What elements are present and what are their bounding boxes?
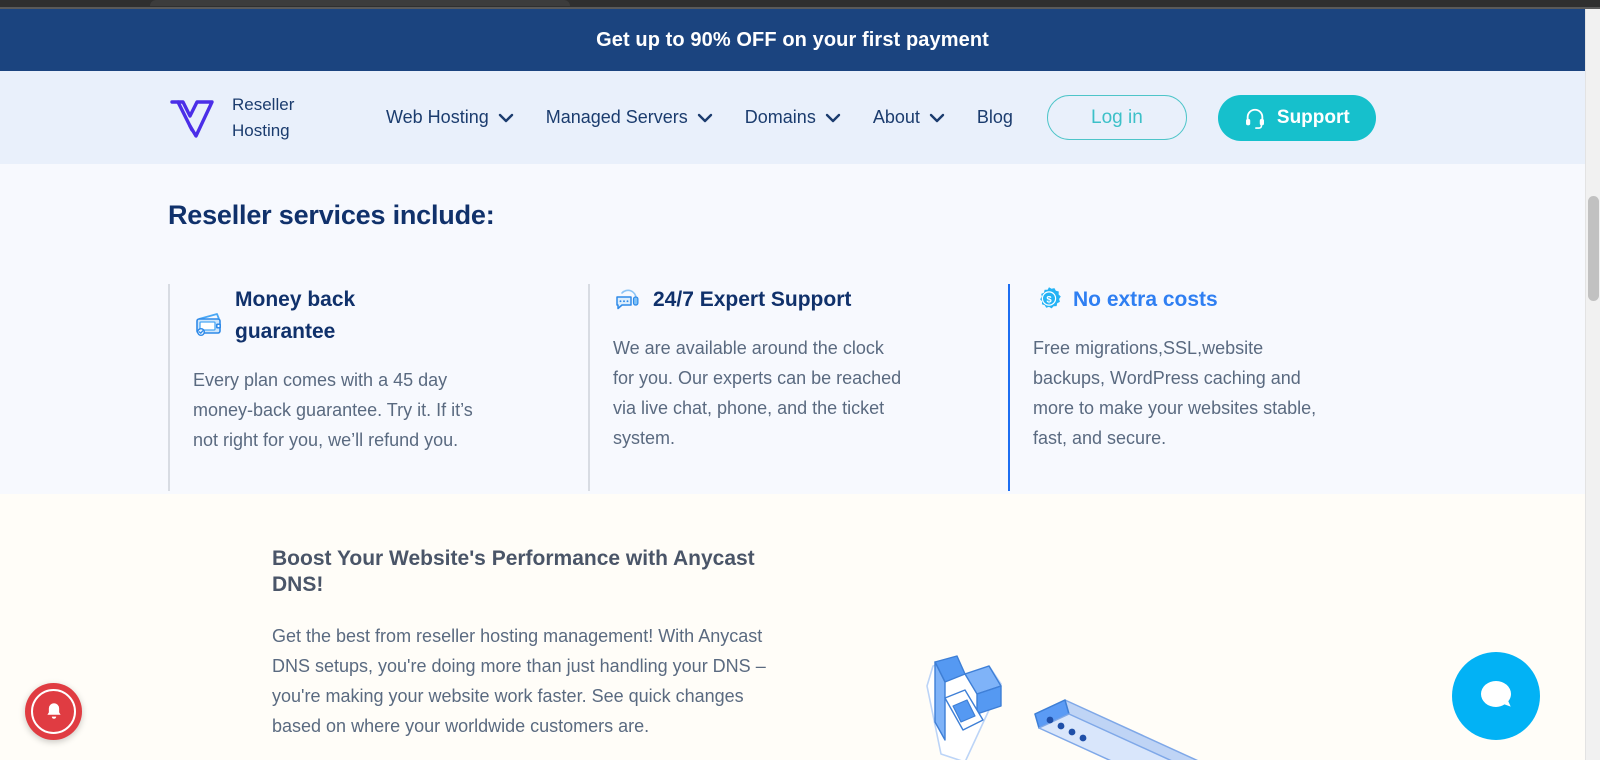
bell-icon [46, 702, 61, 719]
nav-item-web-hosting[interactable]: Web Hosting [370, 99, 530, 136]
headset-icon [1245, 108, 1264, 129]
service-card-title: 24/7 Expert Support [653, 288, 852, 311]
brand-name-text: Reseller Hosting [232, 94, 295, 140]
service-card-money-back: Money back guarantee Every plan comes wi… [168, 284, 588, 491]
service-card-body: We are available around the clock for yo… [613, 338, 902, 448]
nav-label: Domains [744, 107, 816, 127]
chevron-down-icon [825, 113, 841, 122]
bell-ring [31, 689, 76, 734]
anycast-title: Boost Your Website's Performance with An… [272, 547, 755, 596]
service-card-body: Every plan comes with a 45 day money-bac… [193, 370, 473, 450]
main-navigation: Web Hosting Managed Servers Domains Abou… [370, 99, 1029, 136]
promo-banner[interactable]: Get up to 90% OFF on your first payment [0, 9, 1585, 71]
headset-chat-icon [616, 289, 639, 310]
dollar-coin-icon: $ [1040, 287, 1061, 309]
brand-v-logo-icon [170, 99, 214, 138]
anycast-dns-section: Boost Your Website's Performance with An… [0, 494, 1585, 760]
service-card-header: $ No extra costs [1033, 284, 1428, 316]
reseller-services-section: Reseller services include: Money back gu… [0, 164, 1585, 494]
support-button-label: Support [1276, 106, 1350, 128]
support-button[interactable]: Support [1217, 94, 1376, 141]
service-card-title: No extra costs [1073, 288, 1218, 311]
chevron-down-icon [697, 113, 712, 122]
wallet-icon [196, 313, 221, 337]
nav-label: Managed Servers [545, 107, 688, 127]
chevron-down-icon [929, 113, 945, 122]
service-card-title-line2: guarantee [235, 320, 336, 343]
promo-banner-text: Get up to 90% OFF on your first payment [596, 28, 989, 51]
nav-label: Web Hosting [386, 107, 489, 127]
services-heading: Reseller services include: [168, 200, 495, 230]
page-scrollbar-track[interactable] [1585, 9, 1600, 760]
chevron-down-icon [498, 113, 513, 122]
anycast-text-block: Boost Your Website's Performance with An… [272, 546, 772, 741]
page-scrollbar-thumb[interactable] [1588, 196, 1599, 301]
services-grid: Money back guarantee Every plan comes wi… [168, 284, 1585, 491]
browser-tab[interactable] [150, 0, 570, 6]
nav-item-blog[interactable]: Blog [961, 99, 1029, 136]
svg-text:$: $ [1046, 295, 1052, 306]
nav-label: Blog [976, 107, 1013, 127]
service-card-body: Free migrations,SSL,website backups, Wor… [1033, 338, 1317, 448]
service-card-expert-support: 24/7 Expert Support We are available aro… [588, 284, 1008, 491]
service-card-no-extra-costs: $ No extra costs Free migrations,SSL,web… [1008, 284, 1428, 491]
isometric-servers-illustration [926, 655, 1199, 760]
site-header: Reseller Hosting Web Hosting Managed Ser… [0, 71, 1585, 164]
service-card-header: 24/7 Expert Support [613, 284, 1008, 316]
nav-item-domains[interactable]: Domains [729, 99, 857, 136]
chat-bubble-icon [1481, 681, 1511, 707]
login-button[interactable]: Log in [1046, 95, 1187, 140]
browser-chrome [0, 0, 1600, 9]
nav-label: About [872, 107, 920, 127]
page-viewport: Get up to 90% OFF on your first payment … [0, 9, 1585, 760]
nav-item-managed-servers[interactable]: Managed Servers [530, 99, 729, 136]
brand-logo-link[interactable]: Reseller Hosting [168, 92, 316, 144]
service-card-header: Money back guarantee [193, 284, 588, 348]
chat-launcher-widget[interactable] [1452, 652, 1540, 740]
anycast-body: Get the best from reseller hosting manag… [272, 626, 766, 736]
nav-item-about[interactable]: About [857, 99, 961, 136]
notification-bell-widget[interactable] [25, 683, 82, 740]
service-card-title: Money back [235, 288, 356, 311]
